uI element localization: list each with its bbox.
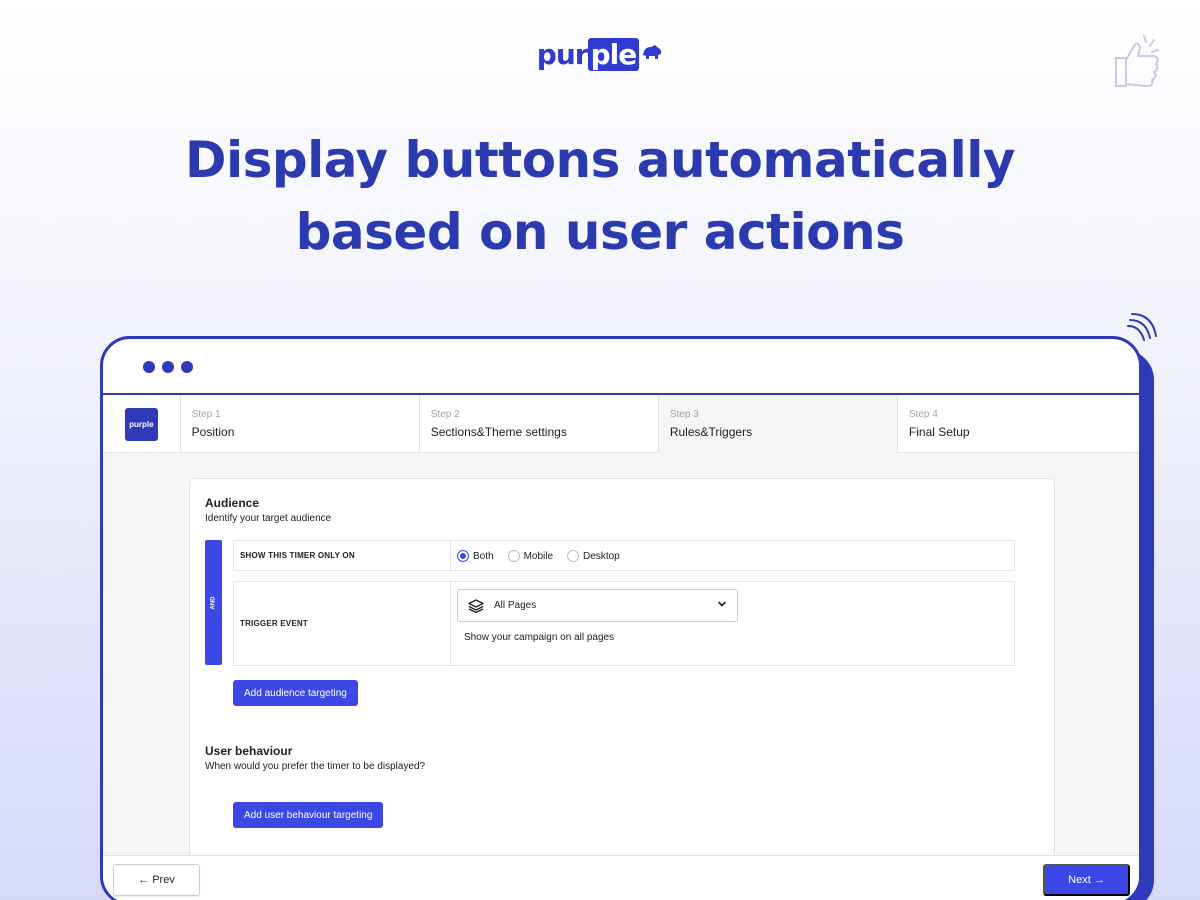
hero-title-line-2: based on user actions [295, 203, 905, 261]
prev-button[interactable]: ← Prev [113, 864, 200, 896]
step-label: Position [191, 425, 235, 439]
radio-both[interactable]: Both [457, 550, 494, 562]
step-number: Step 3 [669, 409, 699, 420]
app-area: purple Step 1 Position Step 2 Sections&T… [103, 395, 1139, 900]
window-dot [181, 361, 193, 373]
device-radio-group: Both Mobile Desktop [457, 547, 1008, 565]
trigger-rule-label: TRIGGER EVENT [234, 582, 451, 665]
radio-circle-checked[interactable] [457, 550, 469, 562]
step-number: Step 1 [191, 409, 221, 420]
behaviour-title: User behaviour [205, 744, 293, 758]
thumbs-up-icon [1115, 35, 1159, 87]
window-dots [143, 361, 193, 373]
logo-text-b: ple [587, 38, 640, 71]
add-audience-targeting-button[interactable]: Add audience targeting [233, 680, 358, 706]
add-user-behaviour-targeting-button[interactable]: Add user behaviour targeting [233, 802, 384, 828]
step-label: Final Setup [908, 425, 970, 439]
hero-title: Display buttons automatically based on u… [0, 124, 1200, 268]
audience-subtitle: Identify your target audience [205, 513, 332, 524]
next-button[interactable]: Next → [1043, 864, 1130, 896]
trigger-rule-content: All Pages Show your campaign on all page… [451, 582, 1014, 665]
step-number: Step 2 [430, 409, 460, 420]
radio-circle[interactable] [507, 550, 520, 562]
app-logo: purple [103, 395, 181, 453]
device-rule-label: SHOW THIS TIMER ONLY ON [234, 541, 451, 570]
step-rules-triggers[interactable]: Step 3 Rules&Triggers [658, 395, 898, 453]
radio-label: Desktop [583, 550, 620, 562]
trigger-event-select[interactable]: All Pages [457, 589, 738, 622]
step-final-setup[interactable]: Step 4 Final Setup [897, 395, 1139, 453]
step-label: Sections&Theme settings [430, 425, 567, 439]
layers-icon [468, 598, 484, 613]
and-label: AND [210, 596, 217, 609]
trigger-rule-row: TRIGGER EVENT All Pages Show your campai… [233, 581, 1015, 666]
and-connector: AND [205, 540, 222, 665]
window-dot [143, 361, 155, 373]
device-rule-content: Both Mobile Desktop [451, 541, 1014, 570]
logo-text-a: pur [536, 38, 589, 71]
step-label: Rules&Triggers [669, 425, 753, 439]
stepper: purple Step 1 Position Step 2 Sections&T… [103, 395, 1139, 453]
window-dot [162, 361, 174, 373]
audience-title: Audience [205, 496, 260, 510]
hero-title-line-1: Display buttons automatically [184, 131, 1016, 189]
brand-logo: pur ple [0, 38, 1200, 71]
chevron-down-icon [718, 601, 726, 607]
behaviour-subtitle: When would you prefer the timer to be di… [205, 761, 426, 772]
browser-window: purple Step 1 Position Step 2 Sections&T… [100, 336, 1142, 900]
device-rule-row: SHOW THIS TIMER ONLY ON Both Mobile Desk… [233, 540, 1015, 571]
radio-desktop[interactable]: Desktop [567, 550, 620, 562]
trigger-help-text: Show your campaign on all pages [464, 632, 615, 643]
step-sections-theme[interactable]: Step 2 Sections&Theme settings [419, 395, 659, 453]
logo-wordmark: pur ple [536, 38, 640, 71]
radio-label: Both [473, 550, 494, 562]
app-logo-box: purple [124, 407, 158, 441]
radio-circle[interactable] [567, 550, 580, 562]
app-logo-text: purple [129, 419, 154, 429]
bear-icon [643, 44, 662, 59]
select-value: All Pages [494, 600, 537, 611]
rules-card: Audience Identify your target audience A… [189, 478, 1055, 878]
radio-mobile[interactable]: Mobile [507, 550, 554, 562]
radio-label: Mobile [523, 550, 554, 562]
wizard-footer: ← Prev Next → [103, 855, 1139, 900]
step-number: Step 4 [908, 409, 938, 420]
step-position[interactable]: Step 1 Position [180, 395, 420, 453]
